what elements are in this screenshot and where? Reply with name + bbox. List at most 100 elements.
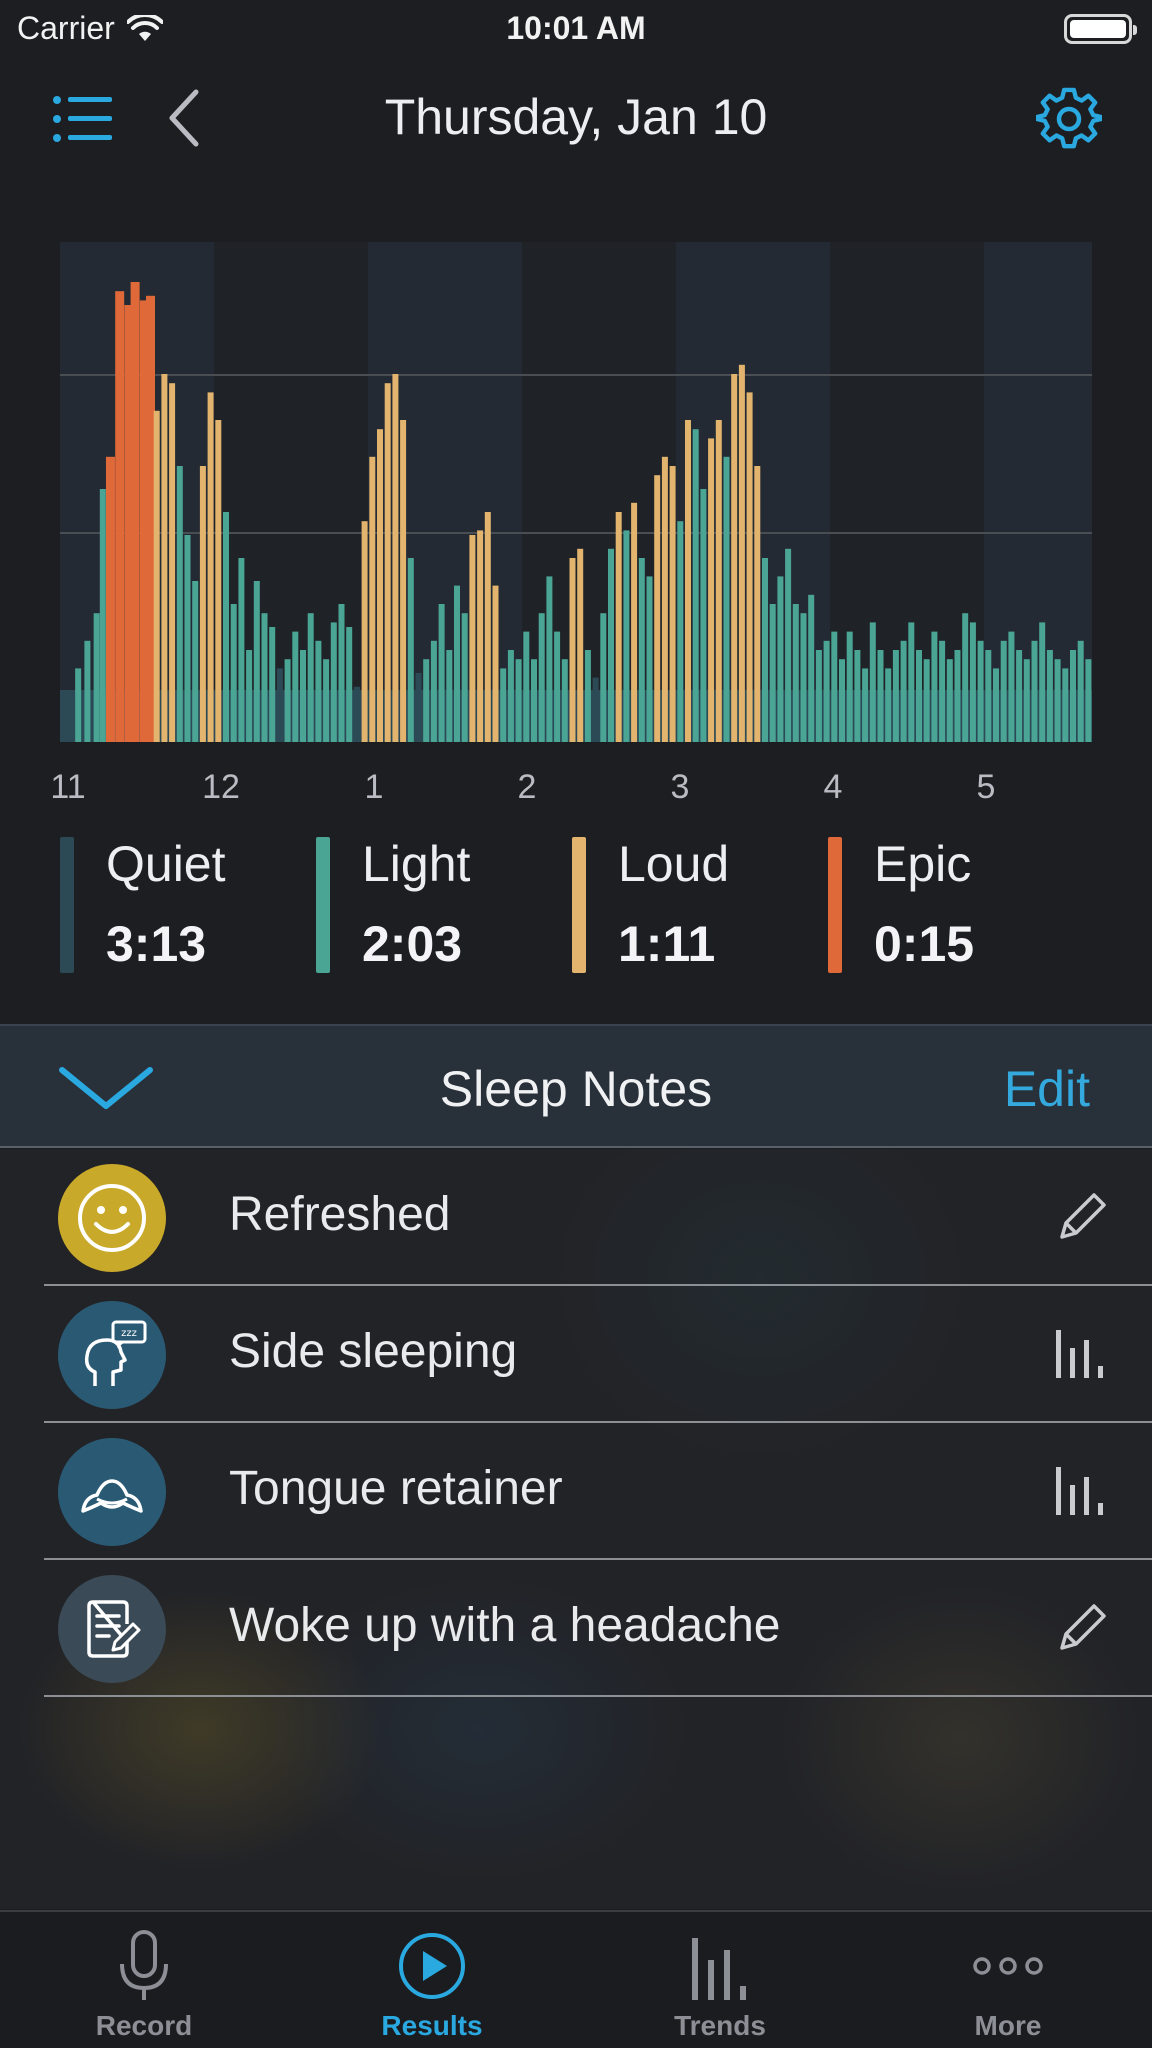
x-tick-label: 1 [364, 768, 384, 806]
hour-band [830, 242, 984, 742]
bar-chart-icon[interactable] [1054, 1463, 1110, 1519]
snore-bar [808, 594, 815, 742]
snore-bar [854, 650, 861, 742]
snore-bar [554, 631, 561, 742]
snore-bar [1077, 640, 1084, 742]
snore-bar [661, 456, 668, 742]
edit-button[interactable]: Edit [1004, 1060, 1090, 1118]
snore-bar [84, 640, 91, 742]
snore-bar [1000, 640, 1007, 742]
x-tick-label: 3 [670, 768, 690, 806]
pencil-icon[interactable] [1054, 1600, 1110, 1656]
snore-bar [461, 613, 468, 742]
snore-bar [1039, 622, 1046, 742]
snore-bar [330, 622, 337, 742]
snore-bar [561, 659, 568, 742]
x-tick-label: 12 [202, 768, 240, 806]
snore-bar [269, 627, 276, 742]
microphone-icon [120, 1930, 168, 2000]
snore-bar [105, 456, 115, 742]
snore-bar [423, 659, 430, 742]
snore-bar [546, 576, 553, 742]
snore-bar [492, 585, 499, 742]
snore-bar [885, 668, 892, 742]
tab-results[interactable]: Results [288, 1912, 576, 2048]
snore-bar [908, 622, 915, 742]
sleep-note-row[interactable]: Tongue retainer [44, 1423, 1152, 1560]
x-tick-label: 2 [517, 768, 537, 806]
tab-label: Record [95, 2010, 193, 2041]
snore-bar [638, 558, 645, 742]
snore-bar [993, 668, 999, 742]
snore-bar [815, 650, 822, 742]
snore-bar [1023, 659, 1030, 742]
snore-bar [931, 631, 938, 742]
snore-bar [608, 548, 614, 742]
snore-bar [430, 640, 437, 742]
pencil-icon[interactable] [1054, 1189, 1110, 1245]
legend-light-label: Light [362, 836, 471, 892]
x-tick-label: 11 [50, 768, 86, 806]
tab-label: More [974, 2010, 1042, 2041]
snore-bar [592, 677, 599, 742]
three-dots-icon [973, 1957, 1043, 1975]
snore-bar [292, 631, 299, 742]
snore-bar [600, 613, 607, 742]
snore-bar [346, 627, 353, 742]
sleep-note-row[interactable]: Refreshed [44, 1149, 1152, 1286]
legend-light-swatch [316, 837, 330, 973]
snore-bar [923, 659, 930, 742]
snore-bar [75, 668, 82, 742]
legend-loud: Loud 1:11 [572, 835, 812, 975]
snore-bar [1046, 650, 1053, 742]
snore-bar [985, 650, 992, 742]
sleep-note-label: Tongue retainer [229, 1462, 563, 1515]
snore-bar [569, 558, 576, 742]
tab-trends[interactable]: Trends [576, 1912, 864, 2048]
snore-bar [769, 604, 776, 742]
svg-text:zzz: zzz [121, 1328, 137, 1339]
legend-epic-value: 0:15 [874, 916, 975, 972]
tab-label: Trends [674, 2010, 766, 2041]
bar-chart-icon[interactable] [1054, 1326, 1110, 1382]
snore-bar [99, 489, 106, 742]
legend-light: Light 2:03 [316, 835, 556, 975]
snore-bar [199, 466, 206, 742]
snore-bar [184, 535, 191, 742]
stage-legend: Quiet 3:13 Light 2:03 Loud 1:11 Epic 0:1… [60, 835, 1110, 975]
gear-icon[interactable] [1036, 86, 1102, 152]
snore-bar [523, 631, 530, 742]
snore-bar [1016, 650, 1023, 742]
snore-bar [507, 650, 514, 742]
snore-bar [369, 456, 376, 742]
snore-bar [946, 659, 953, 742]
sleep-note-label: Side sleeping [229, 1325, 518, 1378]
snore-bar [384, 383, 391, 742]
hour-band [368, 242, 522, 742]
snore-bar [276, 668, 283, 742]
snore-bar [176, 466, 183, 742]
tab-label: Results [381, 2010, 483, 2041]
snore-chart-svg [60, 242, 1092, 742]
snore-bar [677, 521, 684, 742]
snore-bar [477, 530, 484, 742]
snore-bar [708, 438, 715, 742]
snore-bar [692, 429, 699, 742]
tab-more[interactable]: More [864, 1912, 1152, 2048]
sleep-notes-header: Sleep Notes Edit [0, 1024, 1152, 1148]
snore-bar [792, 604, 799, 742]
sleep-note-row[interactable]: zzz Side sleeping [44, 1286, 1152, 1423]
legend-light-value: 2:03 [362, 916, 463, 972]
legend-epic-swatch [828, 837, 842, 973]
snore-bar [900, 640, 907, 742]
snore-bar [146, 295, 155, 742]
tab-record[interactable]: Record [0, 1912, 288, 2048]
legend-loud-swatch [572, 837, 586, 973]
snore-bar [916, 650, 922, 742]
snore-bar [400, 420, 407, 742]
sleep-note-row[interactable]: Woke up with a headache [44, 1560, 1152, 1697]
snore-bar [623, 530, 630, 742]
snore-bar [654, 475, 661, 742]
snore-bar [284, 659, 291, 742]
bar-chart-icon [692, 1938, 746, 2000]
